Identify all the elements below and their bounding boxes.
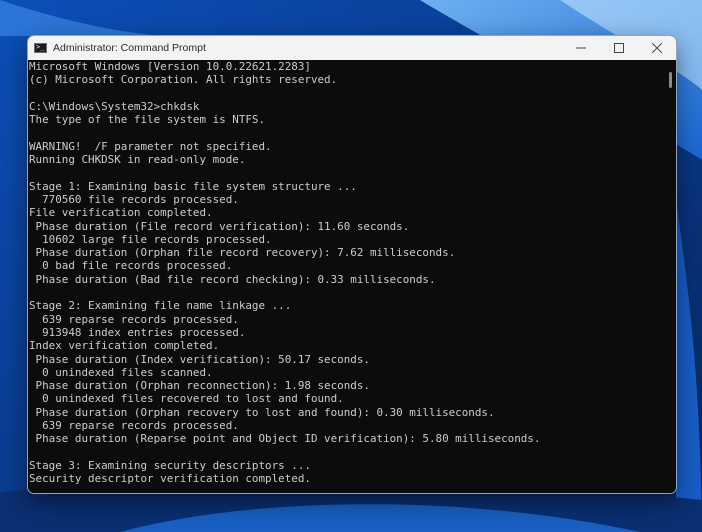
console-line: 10602 large file records processed. xyxy=(29,232,272,246)
console-output[interactable]: Microsoft Windows [Version 10.0.22621.22… xyxy=(28,60,664,493)
console-text: Microsoft Windows [Version 10.0.22621.22… xyxy=(29,60,664,486)
title-bar[interactable]: >_ Administrator: Command Prompt xyxy=(28,36,676,60)
console-line: 0 unindexed files recovered to lost and … xyxy=(29,392,344,406)
console-line: WARNING! /F parameter not specified. xyxy=(29,139,272,153)
scrollbar-thumb[interactable] xyxy=(669,72,672,88)
console-line: File verification completed. xyxy=(29,206,213,220)
console-line: The type of the file system is NTFS. xyxy=(29,113,266,127)
console-line: Phase duration (Orphan reconnection): 1.… xyxy=(29,379,370,393)
console-line: Stage 2: Examining file name linkage ... xyxy=(29,299,292,313)
maximize-button[interactable] xyxy=(600,36,638,60)
window-title: Administrator: Command Prompt xyxy=(53,42,206,54)
console-line: 0 unindexed files scanned. xyxy=(29,365,213,379)
console-line: Stage 1: Examining basic file system str… xyxy=(29,179,357,193)
minimize-icon xyxy=(576,47,586,49)
console-line: Phase duration (File record verification… xyxy=(29,219,410,233)
window-controls xyxy=(562,36,676,60)
console-line: 639 reparse records processed. xyxy=(29,312,239,326)
vertical-scrollbar[interactable] xyxy=(664,60,676,493)
maximize-icon xyxy=(614,43,624,53)
close-icon xyxy=(652,43,662,53)
console-line: 913948 index entries processed. xyxy=(29,325,246,339)
console-line: Phase duration (Orphan recovery to lost … xyxy=(29,405,495,419)
console-line: Microsoft Windows [Version 10.0.22621.22… xyxy=(29,60,311,73)
console-line: C:\Windows\System32>chkdsk xyxy=(29,99,200,113)
console-line: Phase duration (Bad file record checking… xyxy=(29,272,436,286)
console-line: Index verification completed. xyxy=(29,339,220,353)
console-line: (c) Microsoft Corporation. All rights re… xyxy=(29,73,338,87)
console-line: 770560 file records processed. xyxy=(29,192,239,206)
console-line: Security descriptor verification complet… xyxy=(29,472,311,486)
minimize-button[interactable] xyxy=(562,36,600,60)
console-line: Phase duration (Reparse point and Object… xyxy=(29,432,541,446)
console-line: Phase duration (Orphan file record recov… xyxy=(29,246,456,260)
console-line: Running CHKDSK in read-only mode. xyxy=(29,153,246,167)
close-button[interactable] xyxy=(638,36,676,60)
console-line: 0 bad file records processed. xyxy=(29,259,233,273)
command-prompt-window: >_ Administrator: Command Prompt Microso… xyxy=(27,35,677,494)
console-line: Stage 3: Examining security descriptors … xyxy=(29,458,311,472)
console-line: Phase duration (Index verification): 50.… xyxy=(29,352,370,366)
command-prompt-icon: >_ xyxy=(34,43,47,53)
console-line: 639 reparse records processed. xyxy=(29,419,239,433)
